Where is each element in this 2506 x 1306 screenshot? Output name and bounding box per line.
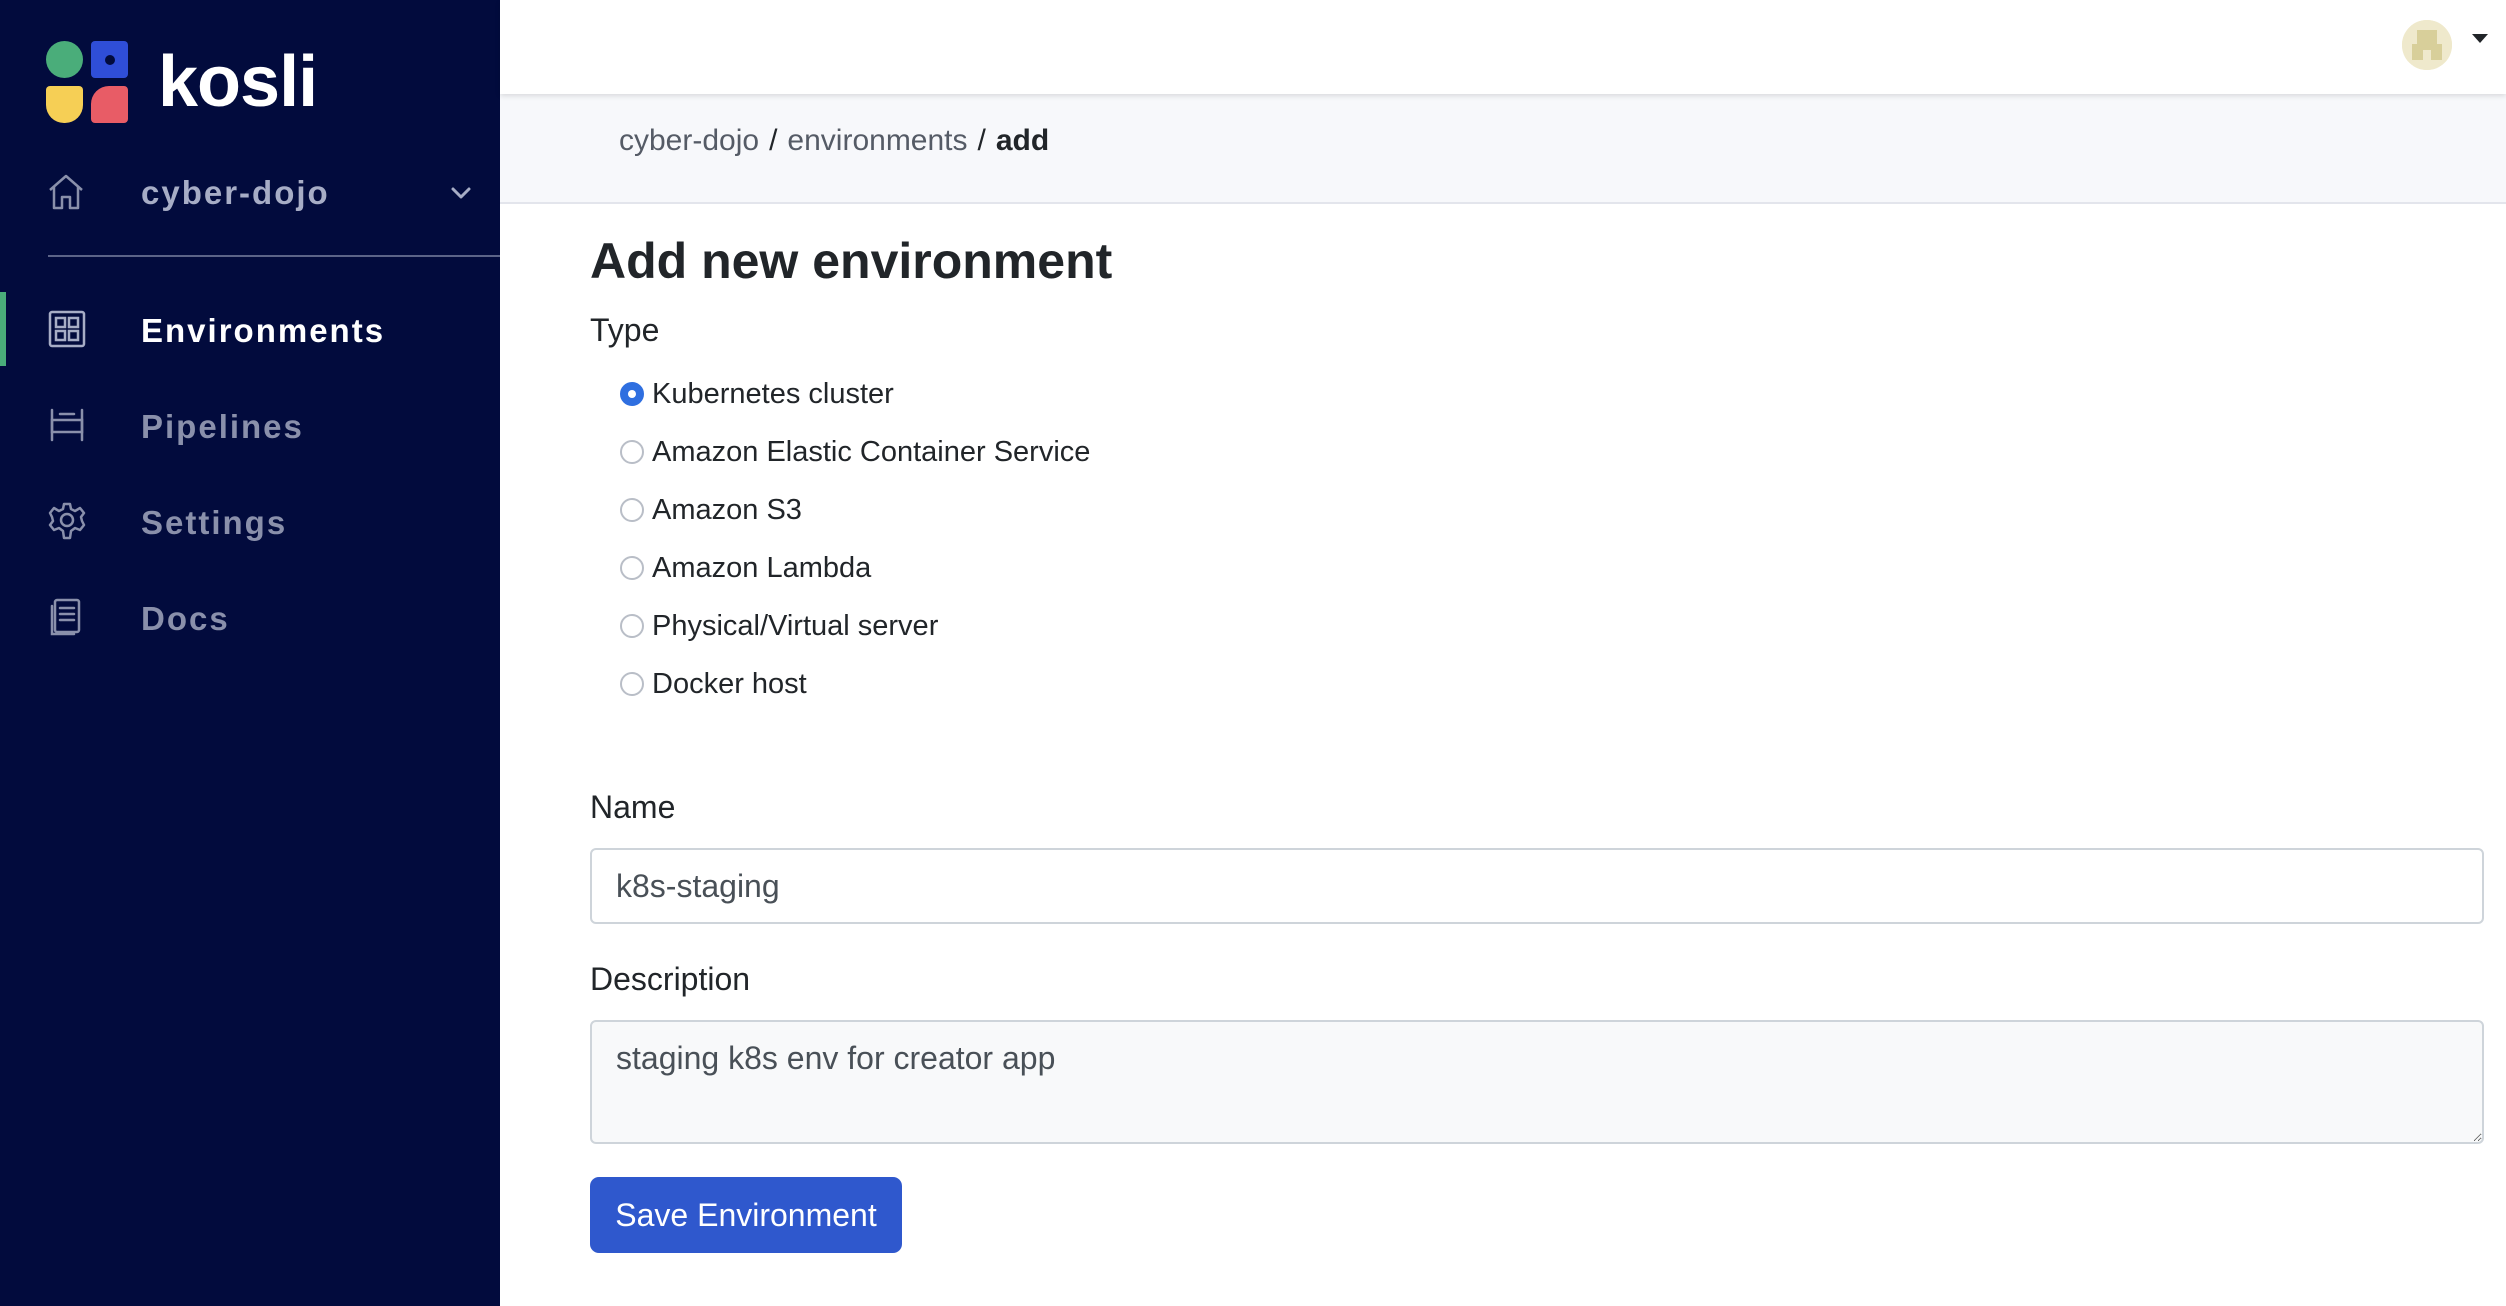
logo-text: kosli	[158, 42, 318, 122]
kosli-logo-icon	[46, 41, 128, 123]
gear-icon	[46, 500, 88, 542]
pipeline-icon	[46, 404, 88, 446]
type-option-lambda[interactable]: Amazon Lambda	[620, 548, 871, 588]
document-icon	[46, 596, 88, 638]
description-label: Description	[590, 961, 751, 997]
radio-button[interactable]	[620, 440, 644, 464]
breadcrumb-environments-link[interactable]: environments	[787, 124, 967, 158]
name-field[interactable]	[590, 848, 2484, 924]
sidebar-item-docs[interactable]: Docs	[0, 580, 500, 654]
sidebar-divider	[48, 255, 500, 257]
breadcrumb-separator: /	[977, 124, 986, 157]
breadcrumb-current: add	[995, 124, 1050, 157]
radio-label[interactable]: Amazon Elastic Container Service	[652, 436, 1090, 469]
radio-button[interactable]	[620, 672, 644, 696]
breadcrumb: cyber-dojo / environments / add	[619, 124, 1049, 158]
grid-icon	[46, 308, 88, 350]
sidebar-item-pipelines[interactable]: Pipelines	[0, 388, 500, 462]
sidebar-item-environments[interactable]: Environments	[0, 292, 500, 366]
radio-label[interactable]: Physical/Virtual server	[652, 610, 938, 643]
radio-button[interactable]	[620, 382, 644, 406]
org-name: cyber-dojo	[141, 174, 330, 211]
type-option-docker[interactable]: Docker host	[620, 664, 807, 704]
radio-button[interactable]	[620, 498, 644, 522]
org-switcher[interactable]: cyber-dojo	[0, 160, 500, 224]
radio-label[interactable]: Docker host	[652, 668, 807, 701]
breadcrumb-separator: /	[769, 124, 778, 157]
type-option-ecs[interactable]: Amazon Elastic Container Service	[620, 432, 1090, 472]
sidebar-item-label: Docs	[141, 600, 230, 637]
kosli-logo[interactable]: kosli	[46, 40, 318, 124]
sidebar-item-label: Environments	[141, 312, 386, 349]
radio-button[interactable]	[620, 556, 644, 580]
radio-label[interactable]: Amazon Lambda	[652, 552, 871, 585]
type-option-server[interactable]: Physical/Virtual server	[620, 606, 938, 646]
type-label: Type	[590, 312, 660, 348]
sidebar-item-settings[interactable]: Settings	[0, 484, 500, 558]
sidebar-item-label: Settings	[141, 504, 288, 541]
type-option-s3[interactable]: Amazon S3	[620, 490, 802, 530]
type-option-kubernetes[interactable]: Kubernetes cluster	[620, 374, 894, 414]
radio-button[interactable]	[620, 614, 644, 638]
breadcrumb-bar: cyber-dojo / environments / add	[500, 94, 2506, 204]
save-environment-button[interactable]: Save Environment	[590, 1177, 902, 1253]
radio-label[interactable]: Kubernetes cluster	[652, 378, 894, 411]
user-avatar-icon[interactable]	[2402, 20, 2452, 70]
breadcrumb-org-link[interactable]: cyber-dojo	[619, 124, 759, 158]
top-bar	[500, 0, 2506, 94]
caret-down-icon[interactable]	[2472, 34, 2488, 43]
home-icon	[46, 172, 86, 212]
page-title: Add new environment	[590, 233, 1113, 289]
description-field[interactable]: staging k8s env for creator app	[590, 1020, 2484, 1144]
sidebar-item-label: Pipelines	[141, 408, 304, 445]
sidebar: kosli cyber-dojo Environments Pipelines …	[0, 0, 500, 1306]
name-label: Name	[590, 789, 676, 825]
chevron-down-icon[interactable]	[446, 178, 476, 208]
radio-label[interactable]: Amazon S3	[652, 494, 802, 527]
